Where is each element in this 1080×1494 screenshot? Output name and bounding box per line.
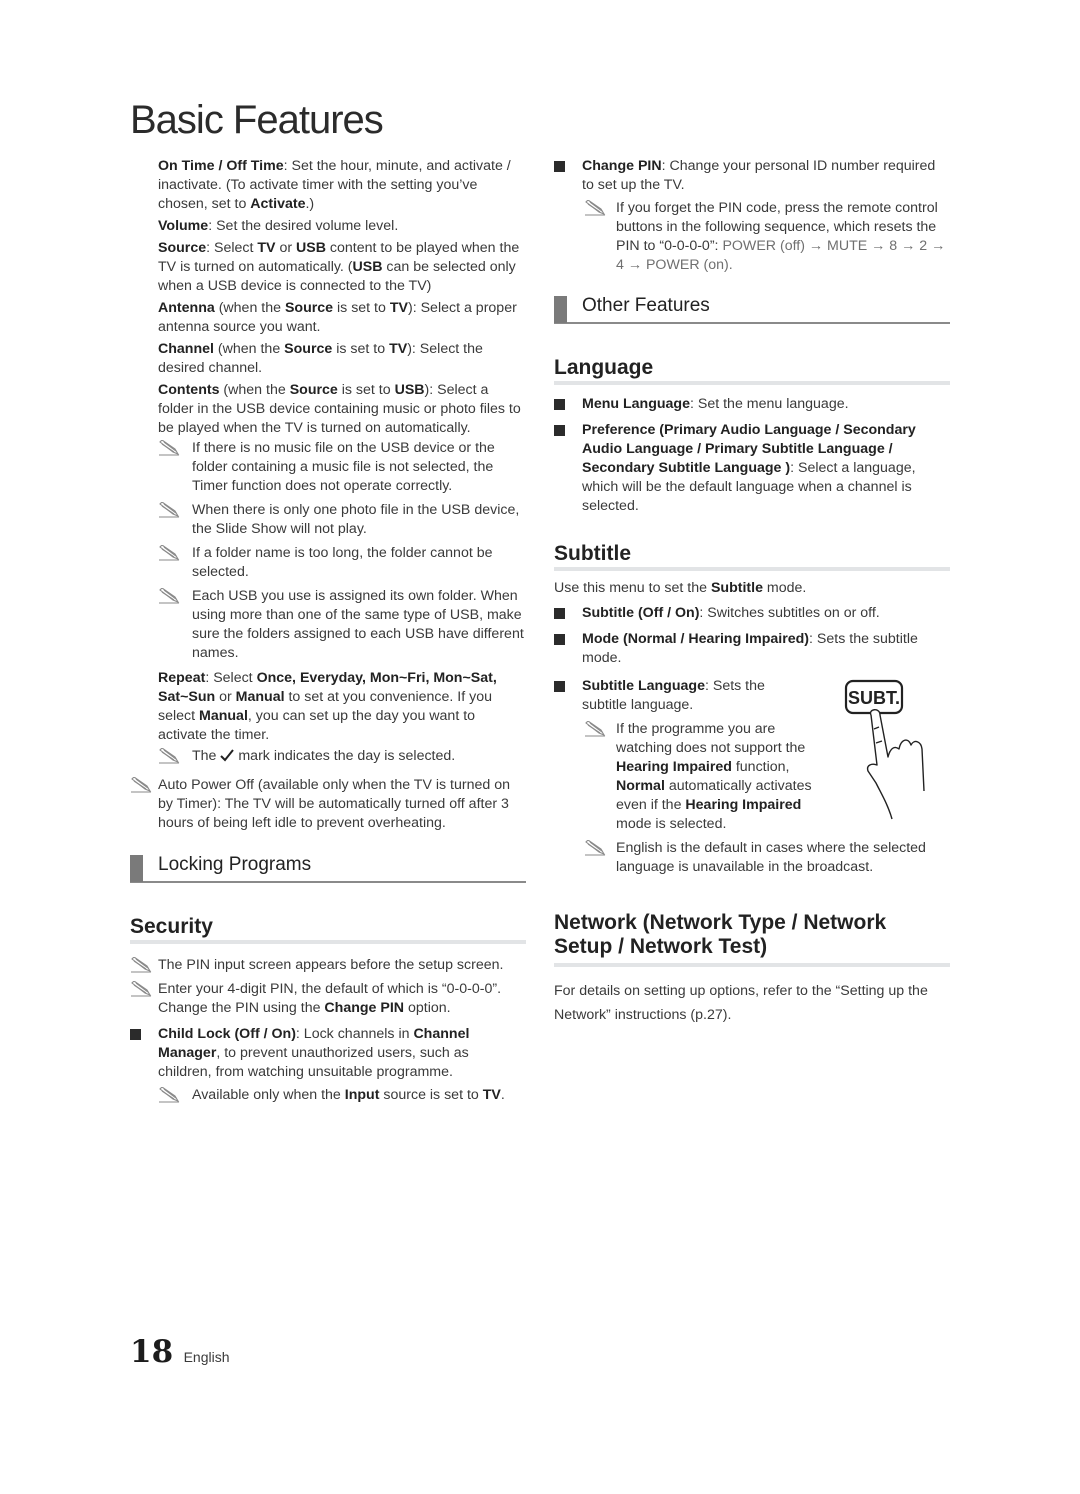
timer-item-contents: Contents (when the Source is set to USB)… (158, 382, 521, 436)
bullet-subtitle-language: Subtitle Language: Sets the subtitle lan… (554, 677, 782, 715)
page-footer: 18 English (130, 1334, 230, 1370)
bullet-square-icon (554, 425, 565, 436)
note-enter-pin: Enter your 4-digit PIN, the default of w… (130, 980, 526, 1018)
note-child-lock-input: Available only when the Input source is … (130, 1086, 526, 1105)
pencil-note-icon (159, 1087, 180, 1103)
pencil-note-icon (131, 957, 152, 973)
note-contents-folder-name: If a folder name is too long, the folder… (130, 544, 526, 582)
subt-button-label: SUBT. (848, 688, 900, 708)
bullet-square-icon (554, 161, 565, 172)
bullet-preference: Preference (Primary Audio Language / Sec… (554, 421, 950, 516)
timer-item-source: Source: Select TV or USB content to be p… (158, 240, 520, 294)
bullet-square-icon (554, 634, 565, 645)
pencil-note-icon (159, 440, 180, 456)
page-number: 18 (130, 1334, 174, 1370)
bullet-change-pin: Change PIN: Change your personal ID numb… (554, 157, 950, 195)
pencil-note-icon (131, 777, 152, 793)
note-hearing-impaired: If the programme you are watching does n… (554, 720, 812, 834)
note-forgot-pin: If you forget the PIN code, press the re… (554, 199, 950, 275)
subtitle-intro: Use this menu to set the Subtitle mode. (554, 580, 807, 596)
bullet-square-icon (130, 1029, 141, 1040)
note-contents-single-photo: When there is only one photo file in the… (130, 501, 526, 539)
bullet-menu-language: Menu Language: Set the menu language. (554, 395, 950, 414)
pencil-note-icon (585, 840, 606, 856)
section-marker (554, 296, 567, 323)
bullet-square-icon (554, 608, 565, 619)
note-auto-power-off: Auto Power Off (available only when the … (130, 776, 526, 833)
bullet-subtitle-mode: Mode (Normal / Hearing Impaired): Sets t… (554, 630, 950, 668)
pencil-note-icon (159, 748, 180, 764)
bullet-square-icon (554, 399, 565, 410)
note-pin-input-screen: The PIN input screen appears before the … (130, 956, 526, 975)
note-english-default: English is the default in cases where th… (554, 839, 950, 877)
timer-item-volume: Volume: Set the desired volume level. (158, 218, 399, 234)
pencil-note-icon (159, 545, 180, 561)
pencil-note-icon (159, 502, 180, 518)
note-repeat-check: The mark indicates the day is selected. (130, 747, 526, 766)
heading-language: Language (554, 357, 950, 385)
heading-security: Security (130, 916, 526, 944)
bullet-subtitle-on-off: Subtitle (Off / On): Switches subtitles … (554, 604, 950, 623)
left-column: On Time / Off Time: Set the hour, minute… (130, 157, 526, 1110)
section-header-locking-programs: Locking Programs (130, 855, 526, 883)
network-description: For details on setting up options, refer… (554, 983, 928, 1023)
heading-network: Network (Network Type / Network Setup / … (554, 911, 950, 967)
right-column: Change PIN: Change your personal ID numb… (554, 157, 950, 1027)
heading-subtitle: Subtitle (554, 543, 950, 571)
pencil-note-icon (131, 981, 152, 997)
timer-item-on-off-time: On Time / Off Time: Set the hour, minute… (158, 158, 511, 212)
page-title: Basic Features (130, 98, 384, 142)
pencil-note-icon (585, 200, 606, 216)
note-contents-usb-folder: Each USB you use is assigned its own fol… (130, 587, 526, 663)
footer-language: English (183, 1349, 230, 1365)
section-marker (130, 855, 143, 882)
subt-button-illustration: SUBT. (844, 679, 938, 829)
hand-pressing-button-icon: SUBT. (844, 679, 925, 820)
section-header-other-features: Other Features (554, 296, 950, 324)
timer-item-repeat: Repeat: Select Once, Everyday, Mon~Fri, … (158, 670, 497, 743)
bullet-child-lock: Child Lock (Off / On): Lock channels in … (130, 1025, 526, 1082)
timer-item-antenna: Antenna (when the Source is set to TV): … (158, 300, 517, 335)
pencil-note-icon (159, 588, 180, 604)
checkmark-icon (220, 749, 235, 762)
note-contents-no-music: If there is no music file on the USB dev… (130, 439, 526, 496)
pencil-note-icon (585, 721, 606, 737)
bullet-square-icon (554, 681, 565, 692)
timer-item-channel: Channel (when the Source is set to TV): … (158, 341, 483, 376)
